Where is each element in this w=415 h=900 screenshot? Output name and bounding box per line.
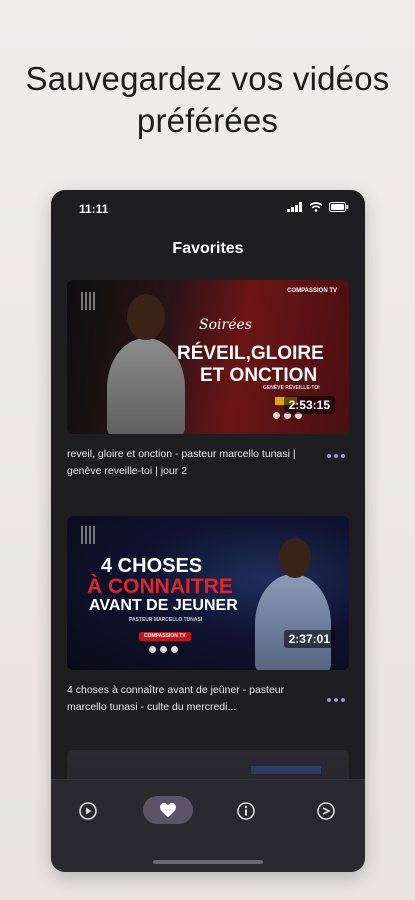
thumb-title-line-3: AVANT DE JEUNER: [89, 597, 238, 614]
social-icons: [149, 646, 178, 653]
page-title: Favorites: [172, 240, 244, 257]
logo-mark: [81, 526, 97, 544]
tab-favorites[interactable]: [143, 796, 193, 824]
video-thumbnail[interactable]: COMPASSION TV Soirées RÉVEIL,GLOIRE ET O…: [67, 280, 349, 434]
phone-screen: 11:11 Favorites COMPASSION TV Soirées RÉ…: [51, 190, 365, 872]
thumb-subtitle: PASTEUR MARCELLO TUNASI: [129, 617, 203, 623]
speaker-head: [279, 538, 311, 578]
info-circle-icon: [237, 802, 255, 820]
battery-icon: [329, 202, 349, 212]
tab-bar: [51, 779, 365, 872]
home-indicator: [153, 860, 263, 864]
more-options-icon[interactable]: [327, 454, 345, 458]
share-circle-icon: [317, 802, 335, 820]
status-time: 11:11: [79, 202, 109, 216]
speaker-head: [127, 294, 165, 340]
tab-info[interactable]: [231, 796, 261, 826]
headline-line-2: préférées: [136, 102, 279, 139]
status-bar: 11:11: [51, 190, 365, 226]
video-duration: 2:37:01: [283, 630, 335, 648]
speaker-figure: [255, 574, 331, 670]
video-duration: 2:53:15: [283, 396, 335, 414]
thumb-brand-strip: [251, 766, 321, 774]
thumb-subtitle: GENÈVE RÉVEILLE-TOI: [263, 385, 320, 391]
promo-headline: Sauvegardez vos vidéos préférées: [0, 58, 415, 142]
play-circle-icon: [79, 802, 97, 820]
speaker-figure: [107, 338, 185, 434]
signal-icon: [287, 202, 302, 212]
thumb-brand: COMPASSION TV: [287, 288, 337, 294]
video-card[interactable]: 4 CHOSES À CONNAITRE AVANT DE JEUNER PAS…: [67, 516, 349, 713]
tab-share[interactable]: [311, 796, 341, 826]
tab-videos[interactable]: [73, 796, 103, 826]
heart-icon: [160, 803, 176, 817]
thumb-title-line-2: ET ONCTION: [200, 365, 318, 386]
headline-line-1: Sauvegardez vos vidéos: [25, 60, 390, 97]
wifi-icon: [309, 202, 323, 212]
more-options-icon[interactable]: [327, 698, 345, 702]
video-title[interactable]: 4 choses à connaître avant de jeûner - p…: [67, 682, 307, 716]
thumb-title-line-2: À CONNAITRE: [87, 575, 233, 598]
thumb-series: Soirées: [199, 317, 252, 333]
video-thumbnail[interactable]: 4 CHOSES À CONNAITRE AVANT DE JEUNER PAS…: [67, 516, 349, 670]
thumb-title-line-1: 4 CHOSES: [101, 555, 203, 577]
logo-mark: [81, 292, 97, 310]
video-card[interactable]: COMPASSION TV Soirées RÉVEIL,GLOIRE ET O…: [67, 280, 349, 477]
thumb-badge: COMPASSION TV: [139, 632, 191, 641]
thumb-title-line-1: RÉVEIL,GLOIRE: [177, 343, 324, 364]
video-title[interactable]: reveil, gloire et onction - pasteur marc…: [67, 446, 307, 480]
